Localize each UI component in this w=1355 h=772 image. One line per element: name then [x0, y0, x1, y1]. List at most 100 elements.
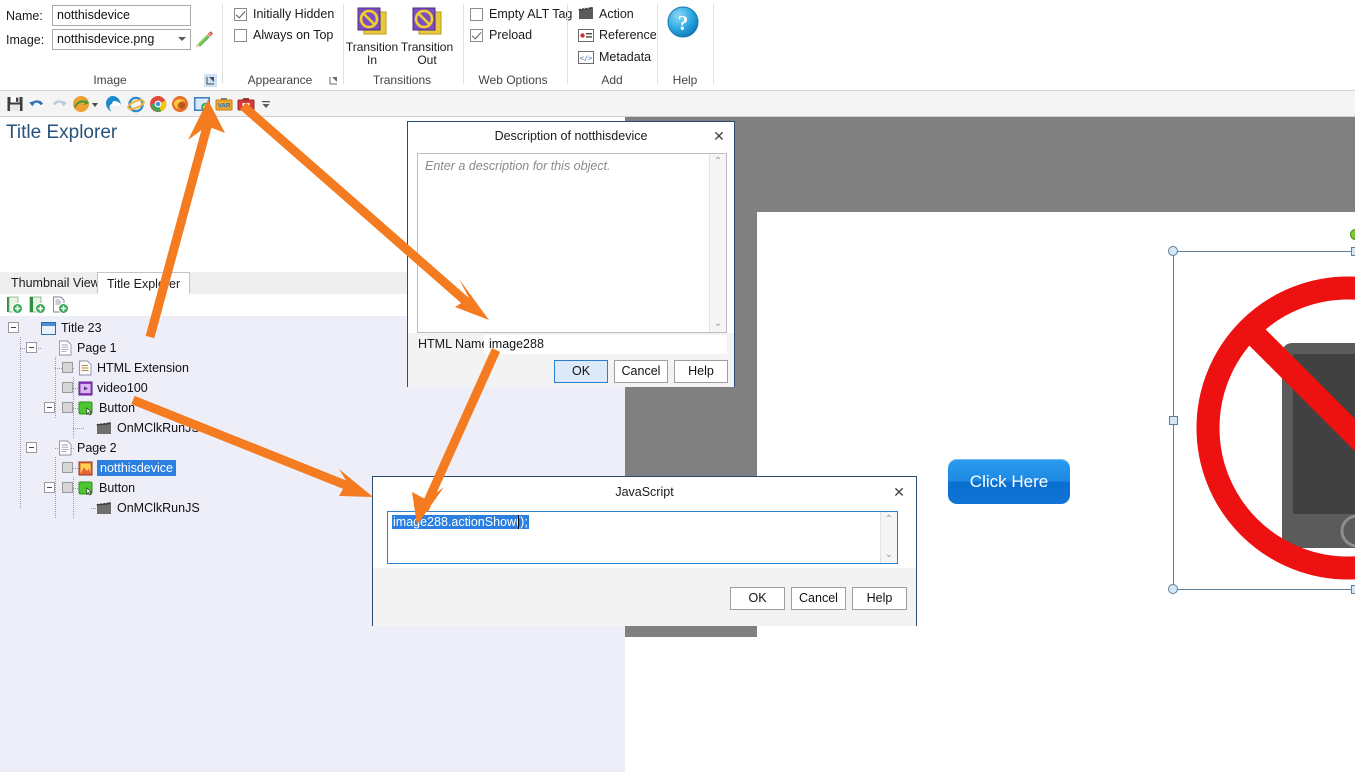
dropdown-arrow-icon[interactable] [90, 95, 100, 113]
add-metadata-button[interactable]: </> Metadata [578, 50, 651, 64]
add-chapter-icon[interactable] [5, 296, 23, 314]
tree-visibility-toggle[interactable] [62, 402, 73, 413]
description-placeholder: Enter a description for this object. [425, 159, 611, 173]
javascript-ok-button[interactable]: OK [730, 587, 785, 610]
tree-item-title[interactable]: Title 23 [40, 318, 102, 338]
tree-expander[interactable] [26, 342, 37, 353]
preload-checkbox[interactable]: Preload [470, 28, 532, 42]
internet-explorer-icon[interactable] [127, 95, 145, 113]
add-section-icon[interactable] [28, 296, 46, 314]
tree-visibility-toggle[interactable] [62, 362, 73, 373]
selection-handle-bottom-left[interactable] [1168, 584, 1178, 594]
tab-thumbnail-view[interactable]: Thumbnail View [2, 272, 109, 294]
no-mobile-device-graphic[interactable] [1176, 258, 1355, 586]
variables-icon[interactable]: VAR [215, 95, 233, 113]
tree-expander[interactable] [44, 402, 55, 413]
preload-label: Preload [489, 28, 533, 42]
page-icon [59, 440, 72, 456]
tree-item-action-1[interactable]: OnMClkRunJS [96, 418, 200, 438]
edge-browser-icon[interactable] [105, 95, 123, 113]
javascript-cancel-button[interactable]: Cancel [791, 587, 846, 610]
rotation-handle[interactable] [1350, 229, 1355, 240]
title-book-icon [41, 321, 56, 335]
click-here-button[interactable]: Click Here [948, 459, 1070, 504]
firefox-browser-icon[interactable] [171, 95, 189, 113]
tree-item-label: Button [99, 481, 136, 495]
chevron-down-icon [178, 37, 186, 41]
chrome-browser-icon[interactable] [149, 95, 167, 113]
clapperboard-icon [578, 6, 593, 19]
transition-out-button[interactable]: Transition Out [395, 6, 459, 67]
checkbox-icon [234, 28, 247, 42]
tree-visibility-toggle[interactable] [62, 462, 73, 473]
svg-text:</>: </> [580, 54, 593, 62]
description-help-button[interactable]: Help [674, 360, 728, 383]
page-icon [59, 340, 72, 356]
tree-item-label: Page 2 [77, 441, 117, 455]
tree-item-video[interactable]: video100 [78, 378, 148, 398]
close-icon[interactable]: ✕ [890, 484, 908, 501]
reference-card-icon [578, 28, 594, 42]
publish-icon[interactable] [72, 95, 90, 113]
svg-text:?: ? [678, 11, 689, 35]
add-reference-button[interactable]: Reference [578, 28, 657, 42]
selection-handle-top-left[interactable] [1168, 246, 1178, 256]
undo-icon[interactable] [28, 95, 46, 113]
tree-item-page-2[interactable]: Page 2 [58, 438, 117, 458]
tree-visibility-toggle[interactable] [62, 382, 73, 393]
tree-item-page-1[interactable]: Page 1 [58, 338, 117, 358]
tree-item-notthisdevice[interactable]: notthisdevice [78, 458, 176, 478]
description-scrollbar[interactable]: ⌃ ⌄ [709, 154, 726, 332]
selection-border-top [1173, 251, 1355, 252]
tree-item-button-2[interactable]: Button [78, 478, 135, 498]
selection-handle-top-right[interactable] [1351, 247, 1355, 256]
description-ok-button[interactable]: OK [554, 360, 608, 383]
checkbox-icon [234, 7, 247, 21]
javascript-code-editor[interactable]: image288.actionShow(); ⌃ ⌄ [387, 511, 898, 564]
redo-icon[interactable] [50, 95, 68, 113]
scroll-up-icon[interactable]: ⌃ [881, 513, 897, 527]
description-cancel-button[interactable]: Cancel [614, 360, 668, 383]
tree-expander[interactable] [44, 482, 55, 493]
help-question-icon[interactable]: ? [667, 6, 699, 38]
transition-in-label-1: Transition [345, 40, 399, 54]
image-combobox[interactable]: notthisdevice.png [52, 29, 191, 50]
javascript-help-button[interactable]: Help [852, 587, 907, 610]
pencil-icon[interactable] [194, 29, 214, 49]
selection-border-bottom [1173, 589, 1355, 590]
always-on-top-checkbox[interactable]: Always on Top [234, 28, 333, 42]
image-dialog-launcher-icon[interactable] [204, 74, 217, 87]
tree-expander[interactable] [8, 322, 19, 333]
scroll-down-icon[interactable]: ⌄ [710, 317, 726, 331]
add-action-button[interactable]: Action [578, 6, 634, 21]
tree-item-html-extension[interactable]: HTML Extension [78, 358, 189, 378]
always-on-top-label: Always on Top [253, 28, 334, 42]
save-icon[interactable] [6, 95, 24, 113]
tree-item-button-1[interactable]: Button [78, 398, 135, 418]
tree-expander[interactable] [26, 442, 37, 453]
ribbon: Name: notthisdevice Image: notthisdevice… [0, 0, 1355, 91]
close-icon[interactable]: ✕ [710, 128, 728, 145]
html-name-input[interactable]: image288 [484, 335, 727, 354]
overflow-chevron-icon[interactable] [260, 95, 272, 113]
selection-handle-bottom-right[interactable] [1351, 585, 1355, 594]
appearance-dialog-launcher-icon[interactable] [327, 74, 340, 87]
tree-item-label: HTML Extension [97, 361, 189, 375]
empty-alt-tag-checkbox[interactable]: Empty ALT Tag [470, 7, 572, 21]
selection-handle-mid-left[interactable] [1169, 416, 1178, 425]
scroll-down-icon[interactable]: ⌄ [881, 548, 897, 562]
tree-visibility-toggle[interactable] [62, 482, 73, 493]
appearance-group-label: Appearance [247, 73, 313, 87]
transitions-group-label: Transitions [372, 73, 432, 87]
tree-item-action-2[interactable]: OnMClkRunJS [96, 498, 200, 518]
scroll-up-icon[interactable]: ⌃ [710, 155, 726, 169]
javascript-scrollbar[interactable]: ⌃ ⌄ [880, 512, 897, 563]
tree-item-label: Title 23 [61, 321, 102, 335]
preview-page-icon[interactable] [193, 95, 211, 113]
initially-hidden-checkbox[interactable]: Initially Hidden [234, 7, 334, 21]
toolbox-icon[interactable] [237, 95, 255, 113]
tab-title-explorer[interactable]: Title Explorer [97, 272, 191, 294]
name-input[interactable]: notthisdevice [52, 5, 191, 26]
add-page-icon[interactable] [51, 296, 69, 314]
description-textarea[interactable]: Enter a description for this object. ⌃ ⌄ [417, 153, 727, 333]
